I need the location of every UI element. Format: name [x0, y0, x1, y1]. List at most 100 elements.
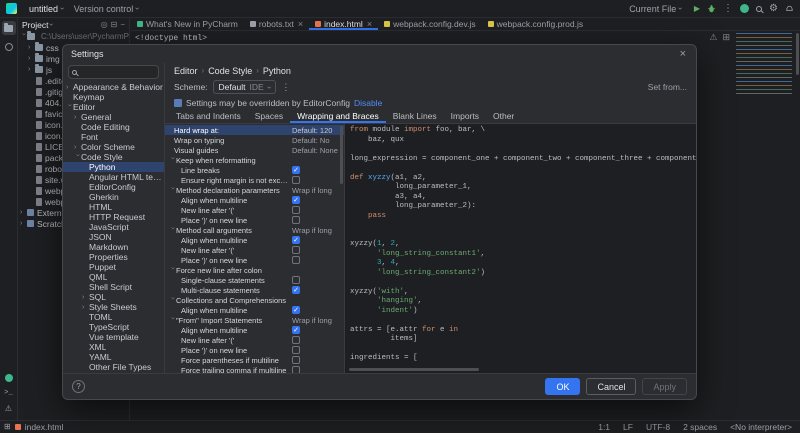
editor-scrollbar[interactable]	[796, 33, 799, 75]
option-row[interactable]: Ensure right margin is not exceeded	[165, 175, 344, 185]
chevron-right-icon[interactable]: ›	[28, 66, 35, 73]
settings-tree-item[interactable]: Properties	[63, 252, 164, 262]
option-row[interactable]: Force parentheses if multiline	[165, 355, 344, 365]
checkbox[interactable]: ✓	[292, 306, 300, 314]
checkbox[interactable]	[292, 346, 300, 354]
editor-tab[interactable]: What's New in PyCharm	[131, 18, 244, 30]
chevron-right-icon[interactable]: ›	[28, 44, 35, 51]
checkbox[interactable]: ✓	[292, 166, 300, 174]
settings-tree-item[interactable]: JSON	[63, 232, 164, 242]
option-row[interactable]: Force trailing comma if multiline	[165, 365, 344, 373]
settings-tree-item[interactable]: Other File Types	[63, 362, 164, 372]
settings-tab[interactable]: Spaces	[248, 109, 290, 123]
option-group-row[interactable]: ›Method call argumentsWrap if long	[165, 225, 344, 235]
settings-tree-item[interactable]: TOML	[63, 312, 164, 322]
settings-tree-item[interactable]: Python	[63, 162, 164, 172]
options-scrollbar[interactable]	[340, 126, 343, 184]
settings-tree-item[interactable]: ›Appearance & Behavior	[63, 82, 164, 92]
editorconfig-disable-link[interactable]: Disable	[354, 98, 382, 108]
run-button[interactable]: ▶	[694, 5, 700, 13]
settings-tree-item[interactable]: ›Code Style	[63, 152, 164, 162]
chevron-down-icon[interactable]: ›	[169, 187, 176, 194]
debug-button[interactable]	[707, 4, 716, 13]
checkbox[interactable]	[292, 276, 300, 284]
option-row[interactable]: Hard wrap at:Default: 120	[165, 125, 344, 135]
option-row[interactable]: New line after '('	[165, 335, 344, 345]
status-item[interactable]: UTF-8	[646, 422, 670, 432]
settings-tree-item[interactable]: HTML	[63, 202, 164, 212]
settings-tree-item[interactable]: Puppet	[63, 262, 164, 272]
problems-icon[interactable]: ⚠	[5, 404, 12, 414]
checkbox[interactable]: ✓	[292, 286, 300, 294]
settings-tree-item[interactable]: ›General	[63, 112, 164, 122]
editor-first-line[interactable]: <!doctype html>	[131, 31, 800, 43]
checkbox[interactable]	[292, 176, 300, 184]
option-row[interactable]: Multi-clause statements✓	[165, 285, 344, 295]
breadcrumb-item[interactable]: Code Style	[208, 66, 252, 76]
option-row[interactable]: Place ')' on new line	[165, 215, 344, 225]
close-tab-icon[interactable]: ×	[367, 19, 372, 29]
chevron-down-icon[interactable]: ›	[169, 157, 176, 164]
option-group-row[interactable]: ›Method declaration parametersWrap if lo…	[165, 185, 344, 195]
code-with-me-icon[interactable]	[740, 4, 749, 13]
editor-tab[interactable]: webpack.config.dev.js	[378, 18, 482, 30]
select-opened-file-icon[interactable]: ◎	[101, 20, 108, 29]
settings-tab[interactable]: Tabs and Indents	[169, 109, 248, 123]
vcs-widget[interactable]: Version control ›	[69, 2, 144, 16]
settings-tree-item[interactable]: ›Editor	[63, 102, 164, 112]
settings-tree-item[interactable]: ›SQL	[63, 292, 164, 302]
checkbox[interactable]	[292, 366, 300, 373]
editor-tab[interactable]: robots.txt×	[244, 18, 309, 30]
checkbox[interactable]	[292, 246, 300, 254]
scheme-actions-icon[interactable]: ⋮	[281, 82, 290, 93]
apply-button[interactable]: Apply	[642, 378, 687, 395]
checkbox[interactable]	[292, 356, 300, 364]
chevron-right-icon[interactable]: ›	[20, 209, 27, 216]
editor-tab[interactable]: webpack.config.prod.js	[482, 18, 589, 30]
settings-tab[interactable]: Wrapping and Braces	[290, 109, 386, 123]
status-item[interactable]: 1:1	[598, 422, 610, 432]
settings-tree-item[interactable]: XML	[63, 342, 164, 352]
settings-tree-item[interactable]: ›Style Sheets	[63, 302, 164, 312]
option-row[interactable]: Align when multiline✓	[165, 325, 344, 335]
settings-tree-item[interactable]: Code Editing	[63, 122, 164, 132]
settings-tab[interactable]: Imports	[444, 109, 486, 123]
chevron-down-icon[interactable]: ›	[169, 317, 176, 324]
checkbox[interactable]: ✓	[292, 196, 300, 204]
chevron-right-icon[interactable]: ›	[82, 294, 89, 301]
chevron-right-icon[interactable]: ›	[74, 144, 81, 151]
option-row[interactable]: Place ')' on new line	[165, 345, 344, 355]
collapse-all-icon[interactable]: ⊟	[111, 20, 118, 29]
option-group-row[interactable]: ›Collections and Comprehensions	[165, 295, 344, 305]
settings-search-input[interactable]	[68, 65, 159, 79]
project-widget[interactable]: untitled ›	[24, 2, 69, 16]
cancel-button[interactable]: Cancel	[586, 378, 636, 395]
settings-tree-item[interactable]: Shell Script	[63, 282, 164, 292]
option-group-row[interactable]: ›Force new line after colon	[165, 265, 344, 275]
checkbox[interactable]: ✓	[292, 326, 300, 334]
set-from-link[interactable]: Set from...	[648, 82, 687, 92]
editor-tab[interactable]: index.html×	[309, 18, 378, 30]
settings-tab[interactable]: Other	[486, 109, 521, 123]
option-row[interactable]: Place ')' on new line	[165, 255, 344, 265]
chevron-down-icon[interactable]: ›	[169, 227, 176, 234]
settings-gear-icon[interactable]: ⚙	[769, 4, 778, 14]
preview-hscrollbar[interactable]	[349, 368, 479, 371]
option-row[interactable]: Single-clause statements	[165, 275, 344, 285]
inspections-widget-icon[interactable]: ⚠	[709, 32, 717, 43]
chevron-right-icon[interactable]: ›	[74, 114, 81, 121]
python-packages-icon[interactable]	[5, 374, 13, 382]
option-row[interactable]: Align when multiline✓	[165, 305, 344, 315]
option-row[interactable]: New line after '('	[165, 205, 344, 215]
settings-tree-item[interactable]: Keymap	[63, 92, 164, 102]
close-dialog-icon[interactable]: ×	[678, 49, 688, 60]
commit-tool-window-button[interactable]	[2, 40, 16, 54]
settings-tab[interactable]: Blank Lines	[386, 109, 444, 123]
option-row[interactable]: Visual guidesDefault: None	[165, 145, 344, 155]
settings-tree-item[interactable]: ›Color Scheme	[63, 142, 164, 152]
status-item[interactable]: LF	[623, 422, 633, 432]
settings-tree-item[interactable]: TypeScript	[63, 322, 164, 332]
settings-tree-item[interactable]: HTTP Request	[63, 212, 164, 222]
settings-tree-item[interactable]: Gherkin	[63, 192, 164, 202]
chevron-right-icon[interactable]: ›	[66, 84, 73, 91]
